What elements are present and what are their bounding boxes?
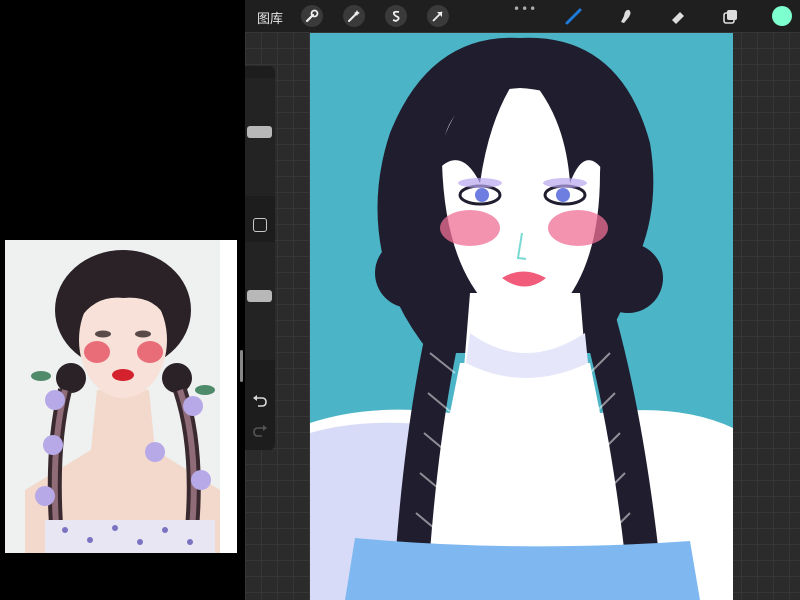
transform-arrow-icon — [432, 11, 443, 22]
magic-wand-icon — [348, 10, 360, 22]
reference-panel — [0, 0, 245, 600]
reference-photo-image — [5, 240, 237, 553]
side-toolbar — [240, 66, 275, 450]
brush-icon — [565, 8, 582, 25]
top-toolbar: 图库 ••• — [245, 0, 800, 32]
smudge-tool-button[interactable] — [615, 6, 637, 26]
drawing-canvas[interactable] — [310, 33, 733, 600]
selection-button[interactable] — [385, 5, 407, 27]
selection-s-icon — [392, 10, 400, 22]
actions-button[interactable] — [301, 5, 323, 27]
sidebar-drag-handle[interactable] — [240, 350, 243, 382]
opacity-slider[interactable] — [245, 242, 275, 360]
modify-button[interactable] — [253, 218, 267, 232]
brush-size-slider[interactable] — [245, 78, 275, 196]
redo-button[interactable] — [252, 422, 268, 441]
layers-button[interactable] — [719, 6, 741, 26]
undo-icon — [253, 395, 267, 407]
adjustments-button[interactable] — [343, 5, 365, 27]
gallery-button[interactable]: 图库 — [257, 8, 283, 27]
layers-icon — [723, 10, 737, 24]
opacity-thumb[interactable] — [247, 290, 272, 302]
eraser-tool-button[interactable] — [667, 6, 689, 26]
eraser-icon — [672, 12, 684, 24]
brush-tool-button[interactable] — [563, 6, 585, 26]
wrench-icon — [305, 9, 319, 23]
transform-button[interactable] — [427, 5, 449, 27]
procreate-app: 图库 ••• — [240, 0, 800, 600]
redo-icon — [253, 425, 267, 437]
smudge-icon — [621, 9, 631, 23]
color-picker-button[interactable] — [772, 6, 792, 26]
brush-size-thumb[interactable] — [247, 126, 272, 138]
undo-button[interactable] — [252, 392, 268, 411]
canvas-artwork — [310, 33, 733, 600]
reference-photo[interactable] — [5, 240, 237, 553]
more-options-icon[interactable]: ••• — [513, 2, 537, 16]
